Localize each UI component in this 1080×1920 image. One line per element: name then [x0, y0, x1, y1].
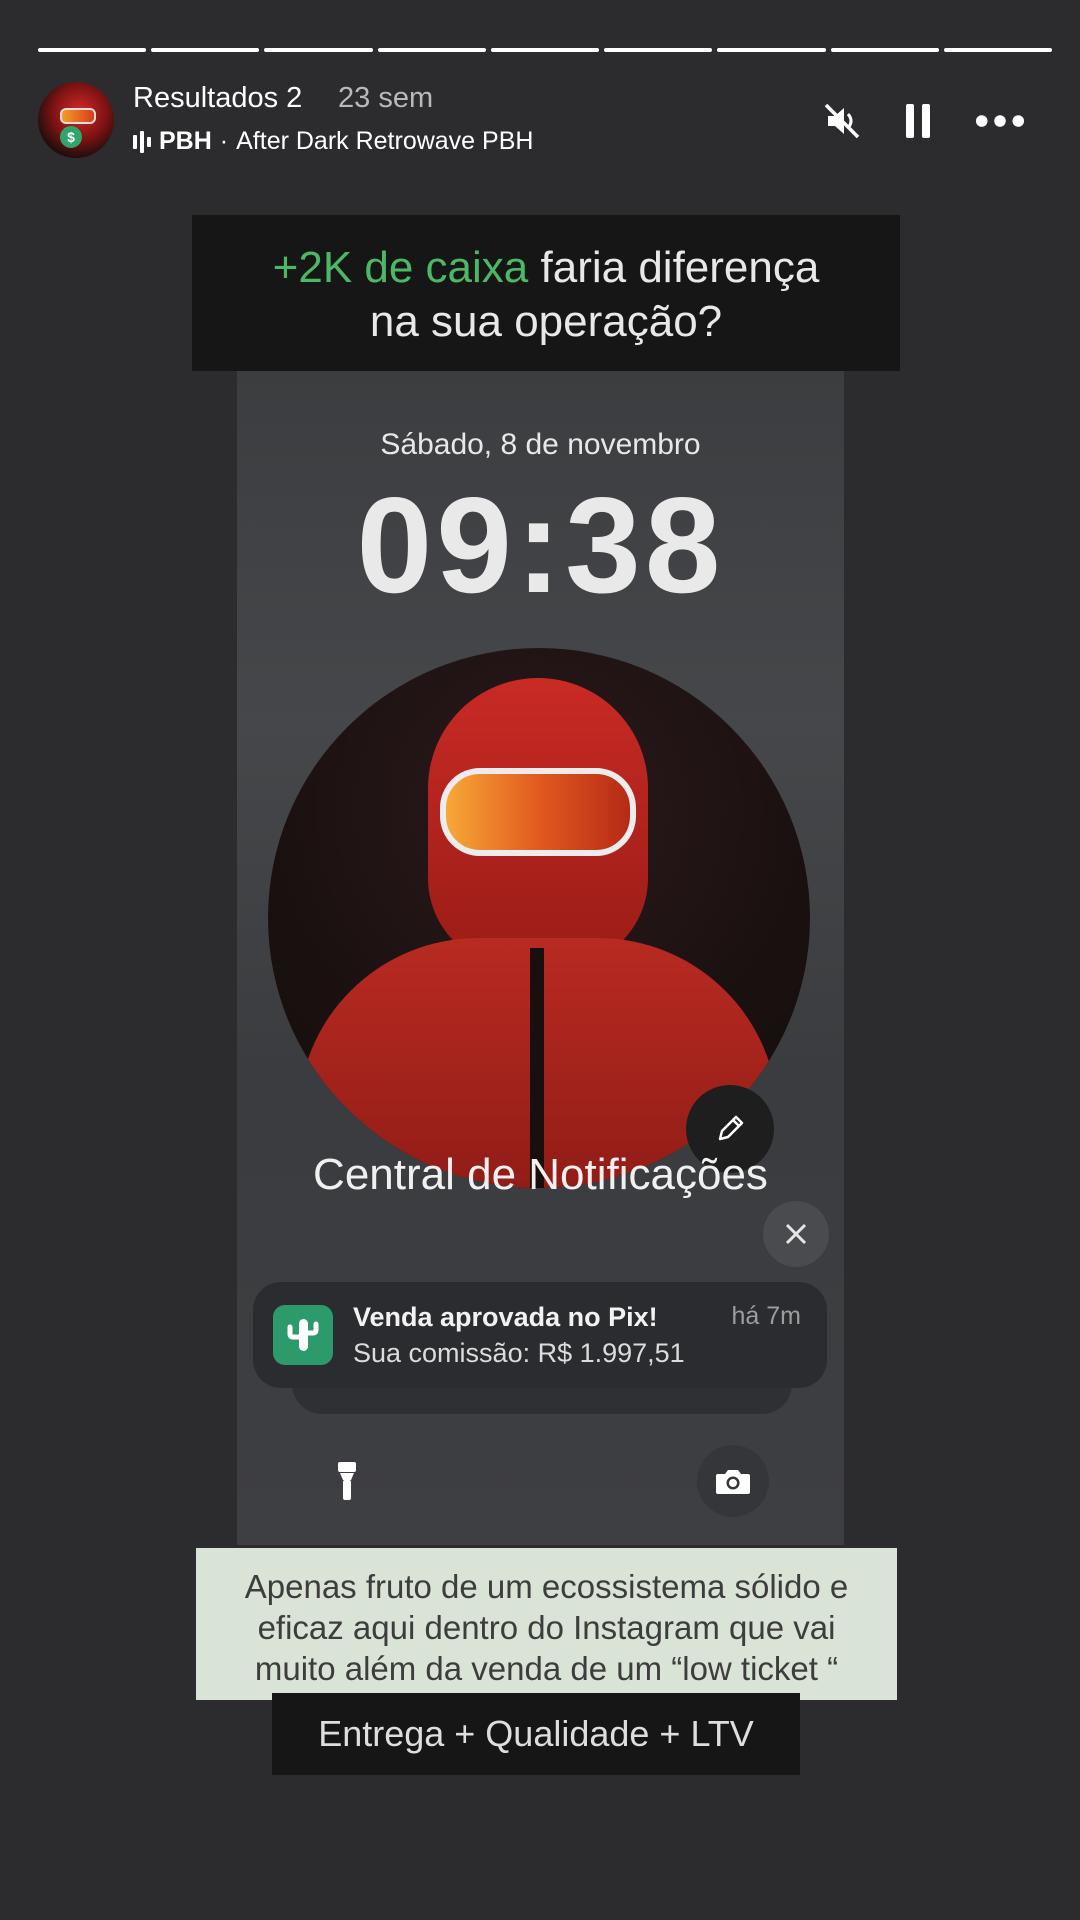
notification-title: Venda aprovada no Pix!: [353, 1302, 658, 1332]
cactus-app-icon: [273, 1305, 333, 1365]
headline-line2: na sua operação?: [369, 297, 723, 346]
music-artist: PBH: [159, 127, 212, 155]
progress-segment: [830, 48, 939, 52]
headline-banner: +2K de caixa faria diferença na sua oper…: [192, 215, 900, 371]
caption-box: Apenas fruto de um ecossistema sólido e …: [196, 1548, 897, 1700]
progress-segment: [38, 48, 147, 52]
headline-line1-rest: faria diferença: [528, 243, 820, 292]
progress-segment: [264, 48, 373, 52]
notification-body: Sua comissão: R$ 1.997,51: [353, 1338, 685, 1368]
audio-bars-icon: [133, 130, 151, 154]
close-icon[interactable]: [763, 1201, 829, 1267]
progress-segment: [717, 48, 826, 52]
account-name[interactable]: Resultados 2: [133, 82, 302, 115]
music-separator: ·: [219, 127, 229, 155]
tagline-banner: Entrega + Qualidade + LTV: [272, 1693, 800, 1775]
flashlight-icon[interactable]: [311, 1445, 383, 1517]
music-track: After Dark Retrowave PBH: [236, 127, 534, 155]
lockscreen-date: Sábado, 8 de novembro: [380, 428, 701, 461]
story-progress-bar: [38, 48, 1052, 52]
camera-icon[interactable]: [697, 1445, 769, 1517]
progress-segment: [490, 48, 600, 52]
posted-time: 23 sem: [338, 82, 434, 114]
progress-segment: [151, 48, 260, 52]
more-options-icon[interactable]: [975, 96, 1025, 146]
caption-line-1: Apenas fruto de um ecossistema sólido e: [244, 1568, 849, 1605]
avatar[interactable]: $: [38, 82, 114, 158]
progress-segment: [377, 48, 486, 52]
caption-line-2: eficaz aqui dentro do Instagram que vai: [257, 1609, 836, 1646]
progress-segment: [604, 48, 713, 52]
notification-card[interactable]: Venda aprovada no Pix! Sua comissão: R$ …: [253, 1282, 827, 1388]
story-header: $ Resultados 2 23 sem PBH · After Dark R…: [38, 80, 1042, 160]
lockscreen-time: 09:38: [356, 469, 725, 621]
headline-accent: +2K de caixa: [272, 243, 529, 292]
notification-time: há 7m: [731, 1302, 801, 1330]
notification-center-title: Central de Notificações: [313, 1150, 768, 1199]
progress-segment: [943, 48, 1052, 52]
volume-muted-icon[interactable]: [817, 96, 867, 146]
pause-icon[interactable]: [893, 96, 943, 146]
music-info[interactable]: PBH · After Dark Retrowave PBH: [133, 127, 533, 156]
caption-line-3: muito além da venda de um “low ticket “: [254, 1650, 839, 1687]
